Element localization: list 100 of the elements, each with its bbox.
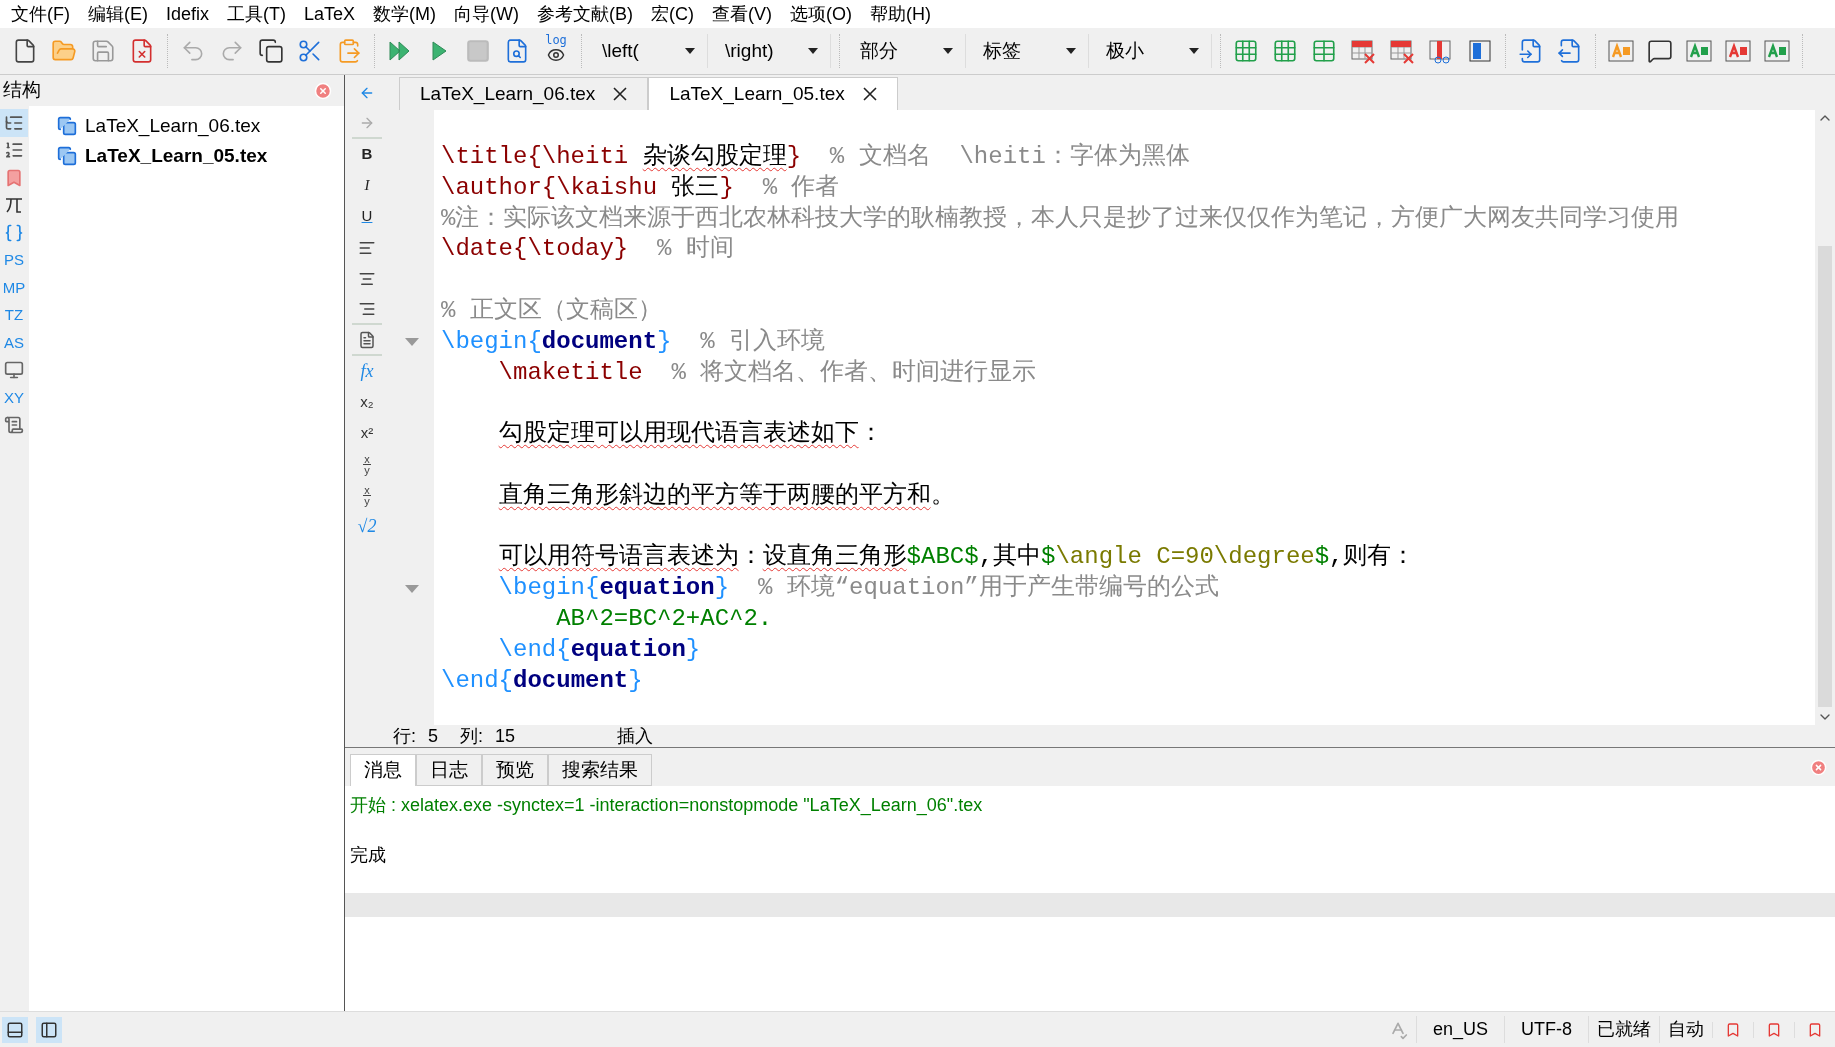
panel-title: 结构 (3, 78, 41, 103)
code-text: 设直角三角形 (762, 543, 907, 571)
code-text: ： (858, 420, 883, 448)
code-text: % 环境“equation”用于产生带编号的公式 (757, 574, 1219, 602)
dropdown[interactable]: 部分 (848, 34, 966, 68)
code-text: ： (738, 543, 763, 571)
code-text: % 文档名 \heiti：字体为黑体 (829, 143, 1190, 170)
code-text: AB^2=BC^2+AC^2. (556, 604, 773, 632)
format-button[interactable]: U (352, 201, 382, 232)
braces-icon (4, 222, 24, 243)
close-icon[interactable] (613, 87, 628, 101)
document-icon (57, 146, 77, 166)
caret-icon (1189, 48, 1199, 54)
menu-item[interactable]: 编辑(E) (79, 0, 157, 28)
code-text: 。 (930, 481, 955, 509)
format-button[interactable]: x₂ (352, 387, 382, 418)
panel-tab[interactable]: 搜索结果 (548, 754, 652, 786)
format-button[interactable]: I (352, 170, 382, 201)
menu-item[interactable]: 选项(O) (781, 0, 861, 28)
column-number: 15 (495, 724, 516, 748)
panel-tab[interactable]: 预览 (482, 754, 548, 786)
scroll-icon (4, 415, 24, 436)
editor-tab[interactable]: LaTeX_Learn_05.tex (648, 77, 898, 110)
dropdown[interactable]: 极小 (1094, 34, 1212, 68)
menu-item[interactable]: LaTeX (295, 0, 365, 28)
document-icon (57, 116, 77, 136)
code-text: \begin{ (498, 574, 600, 602)
bookmark-icon (4, 167, 24, 188)
denominator: y (364, 465, 370, 475)
code-text: \end{ (498, 635, 571, 663)
code-text: \end{ (441, 666, 513, 694)
code-text: % 将文档名、作者、时间进行显示 (671, 358, 1037, 386)
side-tool[interactable] (0, 109, 28, 137)
status-text: 已就绪 (1588, 1016, 1659, 1043)
code-text: 杂谈勾股定理 (642, 143, 787, 170)
code-text: \begin{ (441, 327, 542, 355)
fold-icon[interactable] (404, 584, 419, 593)
code-text: %注：实际该文档来源于西北农林科技大学的耿楠教授，本人只是抄了过来仅仅作为笔记，方便广大网友共同学习使用 (441, 204, 1680, 232)
code-text: ,则有： (1329, 543, 1416, 571)
column-label: 列: (460, 724, 484, 748)
close-icon[interactable] (862, 87, 877, 101)
editor-tab[interactable]: LaTeX_Learn_06.tex (399, 77, 649, 110)
code-text: } (657, 327, 672, 355)
line-number: 5 (428, 724, 439, 748)
code-text: % 作者 (762, 173, 840, 201)
code-text: 可以用符号语言表述为 (498, 543, 739, 571)
file-item[interactable]: LaTeX_Learn_05.tex (57, 141, 344, 171)
file-item[interactable]: LaTeX_Learn_06.tex (57, 111, 344, 141)
panel-tab[interactable]: 消息 (350, 754, 416, 786)
code-text: document (541, 327, 658, 355)
dropdown[interactable]: 标签 (971, 34, 1089, 68)
menu-item[interactable]: 数学(M) (364, 0, 446, 28)
eye-icon (547, 46, 565, 64)
log-button[interactable]: log (539, 34, 573, 68)
fraction-button[interactable]: x y (352, 449, 382, 480)
denominator: y (364, 496, 370, 506)
list-icon (4, 140, 24, 161)
dropdown[interactable]: \right) (713, 34, 831, 68)
numerator: x (363, 454, 371, 465)
format-button[interactable]: x² (352, 418, 382, 449)
code-text: 张三 (671, 173, 720, 201)
caret-icon (943, 48, 953, 54)
message-line: 开始 : xelatex.exe -synctex=1 -interaction=nonstopmode "LaTeX_Learn_06".tex (350, 794, 984, 818)
numerator: x (363, 485, 371, 496)
pi-icon (4, 195, 24, 216)
encoding-selector[interactable]: UTF-8 (1504, 1016, 1588, 1043)
caret-icon (685, 48, 695, 54)
code-text: $ (1314, 543, 1330, 571)
mode-text: 自动 (1659, 1016, 1712, 1043)
code-text: $ABC$ (906, 543, 979, 571)
panel-toggle-icon[interactable] (2, 1016, 28, 1043)
code-text: ,其中 (978, 543, 1042, 571)
menu-item[interactable]: 工具(T) (218, 0, 295, 28)
menu-item[interactable]: 宏(C) (642, 0, 703, 28)
format-button[interactable]: B (352, 139, 382, 170)
menu-item[interactable]: Idefix (157, 0, 218, 28)
code-text: % 引入环境 (700, 327, 826, 355)
language-selector[interactable]: en_US (1415, 1016, 1504, 1043)
code-text: \angle C=90\degree (1055, 543, 1315, 571)
menu-item[interactable]: 文件(F) (2, 0, 79, 28)
fold-icon[interactable] (404, 338, 419, 347)
code-text: 勾股定理可以用现代语言表述如下 (498, 420, 859, 448)
menu-item[interactable]: 向导(W) (445, 0, 528, 28)
fraction-button[interactable]: x y (352, 480, 382, 511)
menu-item[interactable]: 参考文献(B) (528, 0, 642, 28)
code-text: \maketitle (498, 358, 643, 386)
menu-item[interactable]: 帮助(H) (861, 0, 940, 28)
code-text: % 时间 (657, 235, 734, 263)
code-text: \author{\kaishu (441, 173, 659, 201)
code-text: } (786, 143, 802, 170)
monitor-icon (4, 360, 24, 381)
panel-toggle-icon[interactable] (36, 1016, 62, 1043)
panel-tab[interactable]: 日志 (416, 754, 482, 786)
code-text: document (513, 666, 629, 694)
code-text: % 正文区（文稿区） (441, 297, 662, 324)
code-text: $ (1041, 543, 1056, 571)
dropdown[interactable]: \left( (590, 34, 708, 68)
code-text: } (714, 574, 730, 602)
menu-item[interactable]: 查看(V) (703, 0, 781, 28)
insert-mode: 插入 (617, 724, 654, 748)
